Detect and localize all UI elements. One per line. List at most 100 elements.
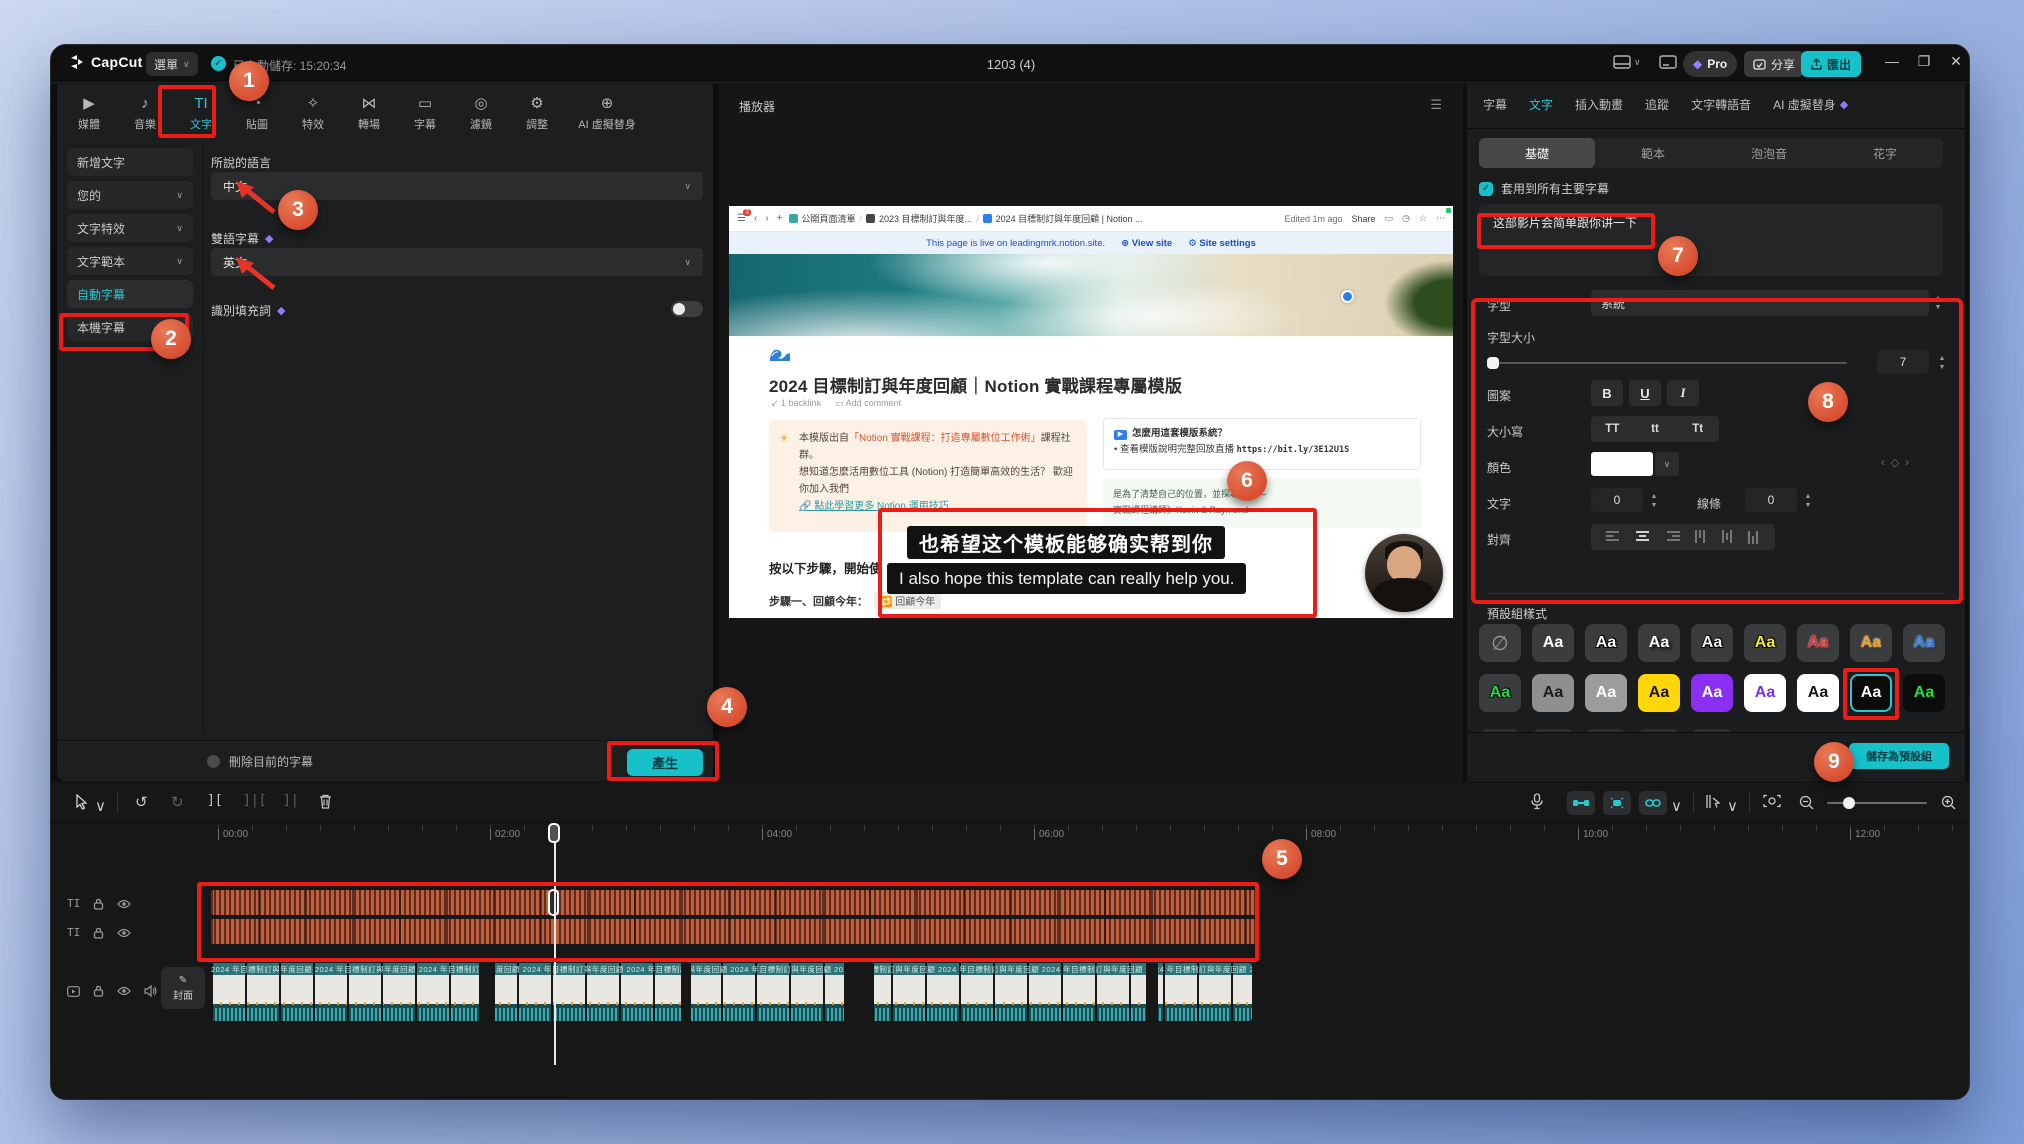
- preset-style[interactable]: Aa: [1532, 624, 1574, 662]
- video-track[interactable]: 2024 年目標制訂與年度回顧 2024 年目標制訂與年度回顧 2024 年目標…: [211, 963, 1252, 1021]
- lock-icon[interactable]: [93, 985, 104, 997]
- preset-style[interactable]: Aa: [1585, 674, 1627, 712]
- layout-icon[interactable]: ∨: [1613, 55, 1641, 69]
- subtab[interactable]: 範本: [1595, 138, 1711, 168]
- preset-style[interactable]: Aa: [1903, 624, 1945, 662]
- toolbar-tab-audio[interactable]: ♪ 音樂: [121, 90, 169, 138]
- auto-sync-icon[interactable]: [1567, 791, 1595, 815]
- subtitle-english[interactable]: I also hope this template can really hel…: [887, 563, 1247, 594]
- line-spacing-value[interactable]: 0: [1745, 488, 1797, 512]
- sidebar-item-local-captions[interactable]: 本機字幕: [67, 313, 193, 341]
- panel-toggle-icon[interactable]: [1659, 55, 1677, 69]
- font-size-value[interactable]: 7: [1877, 350, 1929, 374]
- caption-track-2[interactable]: [211, 919, 1255, 944]
- text-spacing-stepper[interactable]: ▲ ▼: [1645, 488, 1663, 514]
- sidebar-item-add-text[interactable]: 新增文字: [67, 148, 193, 176]
- visibility-icon[interactable]: [117, 986, 131, 996]
- lowercase-button[interactable]: tt: [1634, 416, 1677, 442]
- subtab[interactable]: 花字: [1827, 138, 1943, 168]
- color-swatch[interactable]: [1591, 452, 1653, 476]
- preset-style[interactable]: Aa: [1585, 624, 1627, 662]
- playhead-line[interactable]: [554, 841, 556, 1065]
- italic-button[interactable]: I: [1667, 380, 1699, 406]
- preset-style[interactable]: Aa: [1850, 624, 1892, 662]
- zoom-in-icon[interactable]: [1941, 795, 1956, 810]
- select-tool-dropdown[interactable]: ∨: [95, 797, 106, 815]
- lock-icon[interactable]: [93, 927, 104, 939]
- split-left-icon[interactable]: ]|[: [243, 793, 266, 808]
- subtab[interactable]: 泡泡音: [1711, 138, 1827, 168]
- toolbar-tab-filters[interactable]: ◎ 濾鏡: [457, 90, 505, 138]
- split-right-icon[interactable]: ]|: [283, 793, 299, 808]
- bold-button[interactable]: B: [1591, 380, 1623, 406]
- close-button[interactable]: ✕: [1945, 53, 1967, 70]
- toolbar-tab-transitions[interactable]: ⋈ 轉場: [345, 90, 393, 138]
- preset-style[interactable]: Aa: [1744, 624, 1786, 662]
- inspector-tab[interactable]: 文字: [1529, 96, 1553, 113]
- filler-words-toggle[interactable]: [671, 301, 703, 317]
- preview-axis-dropdown[interactable]: ∨: [1727, 797, 1738, 815]
- preset-style[interactable]: Aa: [1638, 624, 1680, 662]
- spoken-language-select[interactable]: 中文 ∨: [211, 172, 703, 200]
- linked-mode-icon[interactable]: [1639, 791, 1667, 815]
- sidebar-item-auto-captions[interactable]: 自動字幕: [67, 280, 193, 308]
- timeline-zoom-knob[interactable]: [1843, 797, 1855, 809]
- playhead-handle[interactable]: [548, 823, 560, 843]
- smart-link-icon[interactable]: [1603, 791, 1631, 815]
- visibility-icon[interactable]: [117, 899, 132, 909]
- save-preset-button[interactable]: 儲存為預設組: [1849, 743, 1949, 769]
- preset-style[interactable]: Aa: [1744, 674, 1786, 712]
- font-size-slider-knob[interactable]: [1487, 357, 1499, 369]
- video-preview[interactable]: ☰ 3 ‹ › + 公開頁面清單/ 2023 目標制訂與年度.../ 2024 目…: [729, 206, 1453, 618]
- link-dropdown[interactable]: ∨: [1671, 797, 1682, 815]
- preset-style[interactable]: Aa: [1691, 624, 1733, 662]
- align-top-icon[interactable]: [1695, 530, 1707, 544]
- toolbar-tab-captions[interactable]: ▭ 字幕: [401, 90, 449, 138]
- align-center-icon[interactable]: [1635, 531, 1650, 543]
- redo-icon[interactable]: ↻: [171, 793, 184, 811]
- visibility-icon[interactable]: [117, 928, 132, 938]
- record-voiceover-icon[interactable]: [1531, 793, 1543, 810]
- align-left-icon[interactable]: [1605, 531, 1621, 543]
- toolbar-tab-effects[interactable]: ✧ 特效: [289, 90, 337, 138]
- generate-button[interactable]: 產生: [627, 749, 703, 776]
- toolbar-tab-media[interactable]: ▶ 媒體: [65, 90, 113, 138]
- select-tool-icon[interactable]: [75, 794, 89, 810]
- preset-style[interactable]: Aa: [1903, 674, 1945, 712]
- preview-axis-icon[interactable]: [1705, 794, 1721, 809]
- preset-none[interactable]: ∅: [1479, 624, 1521, 662]
- color-dropdown[interactable]: ∨: [1655, 452, 1679, 476]
- preset-style[interactable]: Aa: [1797, 674, 1839, 712]
- uppercase-button[interactable]: TT: [1591, 416, 1634, 442]
- underline-button[interactable]: U: [1629, 380, 1661, 406]
- preset-style[interactable]: Aa: [1797, 624, 1839, 662]
- export-button[interactable]: 匯出: [1801, 51, 1862, 77]
- toolbar-tab-ai-avatar[interactable]: ⊕ AI 虛擬替身: [569, 90, 645, 138]
- inspector-tab[interactable]: 文字轉語音: [1691, 96, 1751, 113]
- preset-style[interactable]: Aa: [1691, 674, 1733, 712]
- share-button[interactable]: 分享: [1744, 51, 1805, 77]
- text-spacing-value[interactable]: 0: [1591, 488, 1643, 512]
- font-select[interactable]: 系統: [1591, 290, 1929, 316]
- keyframe-controls[interactable]: ‹◇›: [1881, 456, 1915, 469]
- timeline-ruler[interactable]: 00:00 02:00 04:00 06:00 08:00 10:00 12:00: [201, 825, 1969, 845]
- toolbar-tab-adjust[interactable]: ⚙ 調整: [513, 90, 561, 138]
- mute-icon[interactable]: [144, 985, 157, 997]
- preset-style[interactable]: Aa: [1479, 674, 1521, 712]
- subtab[interactable]: 基礎: [1479, 138, 1595, 168]
- titlecase-button[interactable]: Tt: [1676, 416, 1719, 442]
- split-icon[interactable]: ][: [207, 793, 223, 808]
- font-size-stepper[interactable]: ▲ ▼: [1933, 350, 1951, 376]
- font-stepper[interactable]: ▲ ▼: [1929, 290, 1947, 316]
- pro-badge[interactable]: ◆ Pro: [1683, 51, 1738, 77]
- player-menu-icon[interactable]: ☰: [1430, 97, 1443, 113]
- minimize-button[interactable]: —: [1881, 53, 1903, 69]
- align-middle-icon[interactable]: [1721, 530, 1734, 544]
- fit-timeline-icon[interactable]: [1763, 794, 1781, 808]
- preset-style[interactable]: Aa: [1532, 674, 1574, 712]
- sidebar-item-text-effects[interactable]: 文字特效 ∨: [67, 214, 193, 242]
- inspector-tab[interactable]: 插入動畫: [1575, 96, 1623, 113]
- sidebar-item-yours[interactable]: 您的 ∨: [67, 181, 193, 209]
- line-spacing-stepper[interactable]: ▲ ▼: [1799, 488, 1817, 514]
- zoom-out-icon[interactable]: [1799, 795, 1814, 810]
